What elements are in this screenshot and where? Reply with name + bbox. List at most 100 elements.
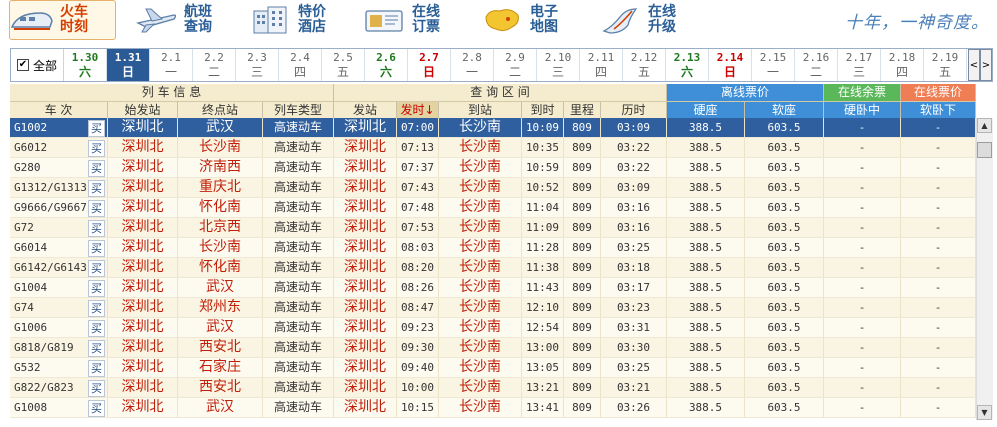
- cell-hard-sleeper-mid-price: -: [824, 358, 901, 377]
- toolbar-hotel-deals[interactable]: 特价 酒店: [248, 0, 344, 40]
- toolbar-online-booking[interactable]: 在线 订票: [362, 0, 458, 40]
- col-soft-sleeper-low[interactable]: 软卧下: [901, 101, 976, 118]
- buy-button[interactable]: 买: [88, 260, 105, 277]
- table-row[interactable]: G1004 买深圳北 武汉 高速动车 深圳北 08:26 长沙南 11:43 809 03:17 3…: [10, 278, 976, 298]
- col-soft-seat[interactable]: 软座: [745, 101, 824, 118]
- table-row[interactable]: G822/G823 买深圳北 西安北 高速动车 深圳北 10:00 长沙南 13:21 809 0…: [10, 378, 976, 398]
- cell-duration-text: 03:16: [616, 201, 651, 214]
- date-cell[interactable]: 2.4 四: [279, 49, 322, 81]
- buy-button[interactable]: 买: [88, 160, 105, 177]
- cell-arrive-station-text: 长沙南: [459, 299, 501, 315]
- weekday-label: 五: [938, 65, 951, 79]
- date-cell[interactable]: 2.11 四: [580, 49, 623, 81]
- col-duration[interactable]: 历时: [601, 101, 667, 118]
- col-train-type[interactable]: 列车类型: [263, 101, 334, 118]
- table-scrollbar[interactable]: ▲ ▼: [976, 118, 993, 420]
- date-selector: ✔ 全部 1.30 六 1.31 日 2.1 一 2.2 二 2.3 三 2.4 四 2.5 五 2.6 六 2…: [10, 48, 993, 82]
- table-row[interactable]: G74 买深圳北 郑州东 高速动车 深圳北 08:47 长沙南 12:10 809 03:23 38…: [10, 298, 976, 318]
- col-depart-station[interactable]: 发站: [334, 101, 397, 118]
- cell-arrive-station-text: 长沙南: [459, 319, 501, 335]
- cell-soft-sleeper-low-price-text: -: [934, 341, 942, 354]
- table-row[interactable]: G1008 买深圳北 武汉 高速动车 深圳北 10:15 长沙南 13:41 809 03:26 3…: [10, 398, 976, 418]
- buy-button[interactable]: 买: [88, 360, 105, 377]
- table-row[interactable]: G280 买深圳北 济南西 高速动车 深圳北 07:37 长沙南 10:59 809 03:22 3…: [10, 158, 976, 178]
- group-header-online-price[interactable]: 在线票价: [901, 84, 976, 101]
- date-cell[interactable]: 2.14 日: [709, 49, 752, 81]
- table-row[interactable]: G818/G819 买深圳北 西安北 高速动车 深圳北 09:30 长沙南 13:00 809 0…: [10, 338, 976, 358]
- date-cell[interactable]: 2.18 四: [881, 49, 924, 81]
- date-cell[interactable]: 1.30 六: [64, 49, 107, 81]
- table-row[interactable]: G6012 买深圳北 长沙南 高速动车 深圳北 07:13 长沙南 10:35 809 03:22…: [10, 138, 976, 158]
- date-cell[interactable]: 2.1 一: [150, 49, 193, 81]
- cell-origin-text: 深圳北: [121, 299, 164, 315]
- date-cell[interactable]: 2.12 五: [623, 49, 666, 81]
- cell-train-no: G1312/G1313 买: [10, 178, 108, 197]
- date-label: 2.6: [376, 51, 396, 64]
- cell-soft-seat-price: 603.5: [745, 158, 824, 177]
- buy-button[interactable]: 买: [88, 180, 105, 197]
- cell-hard-seat-price: 388.5: [667, 338, 745, 357]
- date-cell[interactable]: 2.5 五: [322, 49, 365, 81]
- table-row[interactable]: G532 买深圳北 石家庄 高速动车 深圳北 09:40 长沙南 13:05 809 03:25 3…: [10, 358, 976, 378]
- col-depart-time[interactable]: 发时↓: [397, 101, 439, 118]
- buy-button[interactable]: 买: [88, 320, 105, 337]
- buy-button[interactable]: 买: [88, 400, 105, 417]
- next-dates-button[interactable]: >: [980, 49, 992, 81]
- toolbar-e-map[interactable]: 电子 地图: [480, 0, 576, 40]
- cell-train-type-text: 高速动车: [273, 360, 322, 374]
- buy-button[interactable]: 买: [88, 240, 105, 257]
- buy-button[interactable]: 买: [88, 300, 105, 317]
- table-row[interactable]: G6142/G6143 买深圳北 怀化南 高速动车 深圳北 08:20 长沙南 11:38 80…: [10, 258, 976, 278]
- cell-depart-time: 09:40: [397, 358, 439, 377]
- col-distance[interactable]: 里程: [564, 101, 601, 118]
- date-cell[interactable]: 2.3 三: [236, 49, 279, 81]
- date-cell[interactable]: 2.17 三: [838, 49, 881, 81]
- cell-terminal-text: 长沙南: [199, 139, 241, 155]
- scroll-up-arrow-icon[interactable]: ▲: [977, 118, 992, 133]
- toolbar-train-timetable[interactable]: 火车 时刻: [9, 0, 116, 40]
- date-cell[interactable]: 2.13 六: [666, 49, 709, 81]
- table-row[interactable]: G1006 买深圳北 武汉 高速动车 深圳北 09:23 长沙南 12:54 809 03:31 3…: [10, 318, 976, 338]
- buy-button[interactable]: 买: [88, 280, 105, 297]
- col-origin[interactable]: 始发站: [108, 101, 178, 118]
- date-cell[interactable]: 2.7 日: [408, 49, 451, 81]
- buy-button[interactable]: 买: [88, 200, 105, 217]
- table-row[interactable]: G6014 买深圳北 长沙南 高速动车 深圳北 08:03 长沙南 11:28 809 03:25…: [10, 238, 976, 258]
- date-cell[interactable]: 2.16 二: [795, 49, 838, 81]
- buy-button[interactable]: 买: [88, 340, 105, 357]
- checkbox-check-icon[interactable]: ✔: [16, 59, 29, 71]
- col-terminal[interactable]: 终点站: [178, 101, 263, 118]
- date-cell[interactable]: 2.10 三: [537, 49, 580, 81]
- prev-dates-button[interactable]: <: [968, 49, 980, 81]
- top-toolbar: 火车 时刻 航班 查询 特价 酒店 在线 订票 电子 地图 在线 升级 十年，一神奇度。: [0, 0, 997, 46]
- table-row[interactable]: G9666/G9667 买深圳北 怀化南 高速动车 深圳北 07:48 长沙南 11:04 80…: [10, 198, 976, 218]
- col-hard-sleeper-mid[interactable]: 硬卧中: [824, 101, 901, 118]
- table-row[interactable]: G1002 买深圳北 武汉 高速动车 深圳北 07:00 长沙南 10:09 809 03:09 3…: [10, 118, 976, 138]
- scrollbar-thumb[interactable]: [977, 142, 992, 158]
- date-cell[interactable]: 2.15 一: [752, 49, 795, 81]
- date-cell[interactable]: 2.8 一: [451, 49, 494, 81]
- date-cell[interactable]: 1.31 日: [107, 49, 150, 81]
- buy-button[interactable]: 买: [88, 380, 105, 397]
- toolbar-flight-search[interactable]: 航班 查询: [134, 0, 230, 40]
- date-cell[interactable]: 2.2 二: [193, 49, 236, 81]
- cell-soft-sleeper-low-price: -: [901, 298, 976, 317]
- col-arrive-time[interactable]: 到时: [522, 101, 564, 118]
- date-cell[interactable]: 2.6 六: [365, 49, 408, 81]
- col-train-no[interactable]: 车 次: [10, 101, 108, 118]
- table-row[interactable]: G72 买深圳北 北京西 高速动车 深圳北 07:53 长沙南 11:09 809 03:16 38…: [10, 218, 976, 238]
- date-cell[interactable]: 2.9 二: [494, 49, 537, 81]
- date-scroll-arrows: < >: [968, 49, 992, 81]
- col-arrive-station[interactable]: 到站: [439, 101, 522, 118]
- buy-button[interactable]: 买: [88, 140, 105, 157]
- col-hard-seat[interactable]: 硬座: [667, 101, 745, 118]
- buy-button[interactable]: 买: [88, 220, 105, 237]
- cell-soft-sleeper-low-price-text: -: [934, 361, 942, 374]
- buy-button[interactable]: 买: [88, 120, 105, 137]
- group-header-online-remain[interactable]: 在线余票: [824, 84, 901, 101]
- table-row[interactable]: G1312/G1313 买深圳北 重庆北 高速动车 深圳北 07:43 长沙南 10:52 80…: [10, 178, 976, 198]
- all-dates-checkbox[interactable]: ✔ 全部: [11, 49, 64, 81]
- toolbar-online-upgrade[interactable]: 在线 升级: [598, 0, 694, 40]
- scroll-down-arrow-icon[interactable]: ▼: [977, 405, 992, 420]
- date-cell[interactable]: 2.19 五: [924, 49, 967, 81]
